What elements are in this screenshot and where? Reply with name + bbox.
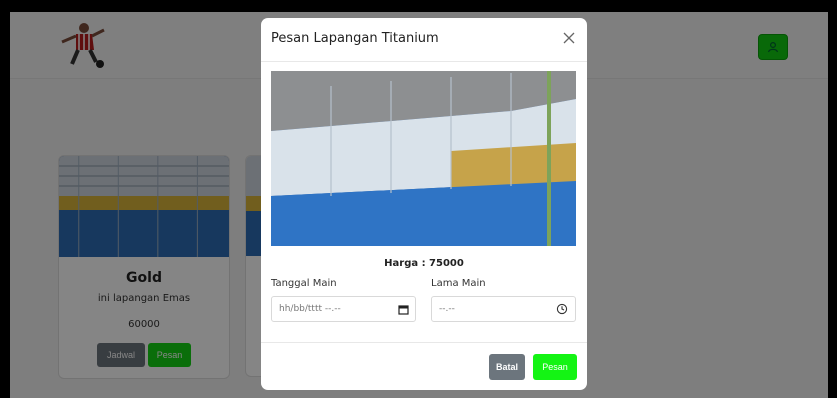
price-text: Harga : 75000 [384,258,464,269]
clock-icon[interactable] [556,303,568,315]
date-label: Tanggal Main [271,278,337,289]
cancel-button[interactable]: Batal [489,354,525,380]
close-icon[interactable] [562,31,576,45]
calendar-icon[interactable] [398,304,409,315]
date-input-value: hh/bb/tttt --.-- [279,304,341,314]
modal-footer: Batal Pesan [261,342,587,390]
field-photo [271,71,576,246]
duration-label: Lama Main [431,278,486,289]
modal-title: Pesan Lapangan Titanium [271,31,439,46]
submit-pesan-button[interactable]: Pesan [533,354,577,380]
app-screen: Gold ini lapangan Emas 60000 Jadwal Pesa… [10,12,828,398]
booking-modal: Pesan Lapangan Titanium Harga : 75000 Ta… [261,18,587,390]
duration-input[interactable]: --.-- [431,296,576,322]
modal-header: Pesan Lapangan Titanium [261,18,587,62]
duration-input-value: --.-- [439,304,455,314]
date-input[interactable]: hh/bb/tttt --.-- [271,296,416,322]
